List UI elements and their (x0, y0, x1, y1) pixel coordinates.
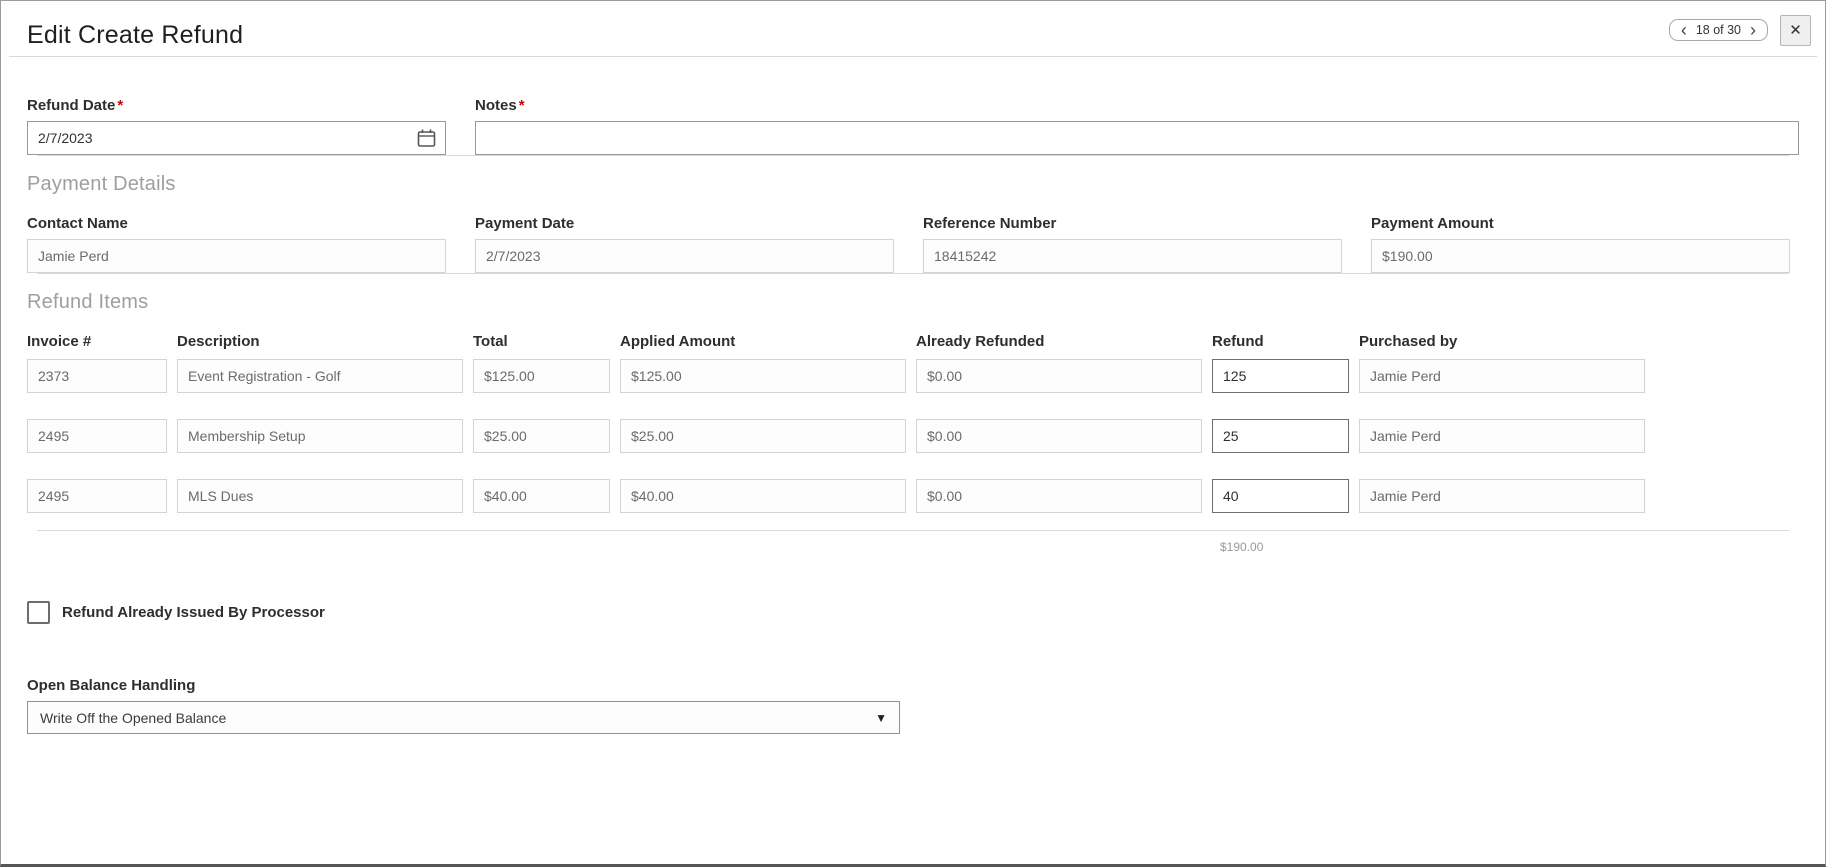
payment-amount-label: Payment Amount (1371, 215, 1494, 232)
already-refunded-input (916, 419, 1202, 453)
close-icon: ✕ (1789, 22, 1802, 39)
column-header-description: Description (177, 333, 260, 350)
column-header-applied-amount: Applied Amount (620, 333, 736, 350)
refund-amount-input[interactable] (1212, 419, 1349, 453)
section-divider (37, 155, 1789, 156)
applied-amount-input (620, 479, 906, 513)
edit-create-refund-dialog: Edit Create Refund ‹ 18 of 30 › ✕ Refund… (0, 0, 1826, 867)
column-header-total: Total (473, 333, 508, 350)
applied-amount-input (620, 419, 906, 453)
notes-label-text: Notes (475, 97, 517, 114)
description-input (177, 479, 463, 513)
payment-amount-field: Payment Amount (1371, 215, 1790, 273)
refund-issued-checkbox[interactable] (27, 601, 50, 624)
refund-item-row (27, 419, 1799, 453)
header-divider (9, 56, 1817, 57)
open-balance-select[interactable]: Write Off the Opened Balance ▼ (27, 701, 900, 734)
refund-date-field: Refund Date * (27, 97, 446, 155)
description-input (177, 419, 463, 453)
refund-items-heading: Refund Items (27, 291, 149, 313)
notes-field: Notes * (475, 97, 1799, 155)
payment-details-fields: Contact Name Payment Date Reference Numb… (27, 215, 1799, 273)
reference-number-label: Reference Number (923, 215, 1057, 232)
contact-name-label: Contact Name (27, 215, 128, 232)
open-balance-field: Open Balance Handling Write Off the Open… (27, 677, 1799, 734)
purchased-by-input (1359, 479, 1645, 513)
invoice-input (27, 419, 167, 453)
section-divider (37, 273, 1789, 274)
refund-total: $190.00 (1220, 540, 1264, 554)
open-balance-selected-value: Write Off the Opened Balance (40, 709, 227, 726)
open-balance-label: Open Balance Handling (27, 677, 196, 694)
column-header-purchased-by: Purchased by (1359, 333, 1458, 350)
refund-item-row (27, 359, 1799, 393)
table-divider (37, 530, 1789, 531)
refund-issued-checkbox-label: Refund Already Issued By Processor (62, 604, 325, 621)
refund-date-label: Refund Date * (27, 97, 446, 114)
notes-input[interactable] (475, 121, 1799, 155)
contact-name-field: Contact Name (27, 215, 446, 273)
payment-amount-input (1371, 239, 1790, 273)
chevron-down-icon: ▼ (875, 710, 887, 725)
already-refunded-input (916, 479, 1202, 513)
column-header-refund: Refund (1212, 333, 1264, 350)
purchased-by-input (1359, 359, 1645, 393)
required-asterisk: * (117, 97, 124, 114)
description-input (177, 359, 463, 393)
contact-name-input (27, 239, 446, 273)
purchased-by-input (1359, 419, 1645, 453)
prev-record-icon[interactable]: ‹ (1680, 21, 1688, 39)
reference-number-field: Reference Number (923, 215, 1342, 273)
invoice-input (27, 359, 167, 393)
total-input (473, 479, 610, 513)
refund-amount-input[interactable] (1212, 479, 1349, 513)
payment-date-field: Payment Date (475, 215, 894, 273)
refund-date-input[interactable] (27, 121, 446, 155)
reference-number-input (923, 239, 1342, 273)
payment-date-label: Payment Date (475, 215, 575, 232)
total-input (473, 359, 610, 393)
close-button[interactable]: ✕ (1780, 15, 1811, 46)
refund-items-header-row: Invoice # Description Total Applied Amou… (27, 333, 1799, 350)
total-input (473, 419, 610, 453)
invoice-input (27, 479, 167, 513)
dialog-header: Edit Create Refund ‹ 18 of 30 › ✕ (1, 1, 1825, 56)
payment-details-heading: Payment Details (27, 173, 176, 195)
refund-date-label-text: Refund Date (27, 97, 116, 114)
refund-amount-input[interactable] (1212, 359, 1349, 393)
record-counter: 18 of 30 (1695, 23, 1741, 37)
applied-amount-input (620, 359, 906, 393)
refund-item-row (27, 479, 1799, 513)
dialog-body: Refund Date* Notes* (1, 97, 1825, 734)
payment-date-input (475, 239, 894, 273)
header-controls: ‹ 18 of 30 › ✕ (1668, 15, 1811, 46)
column-header-invoice: Invoice # (27, 333, 92, 350)
column-header-already-refunded: Already Refunded (916, 333, 1045, 350)
next-record-icon[interactable]: › (1749, 21, 1757, 39)
required-asterisk: * (518, 97, 525, 114)
processor-checkbox-row: Refund Already Issued By Processor (27, 601, 1799, 624)
page-title: Edit Create Refund (27, 21, 244, 49)
record-pager: ‹ 18 of 30 › (1668, 19, 1768, 41)
notes-label: Notes * (475, 97, 1799, 114)
already-refunded-input (916, 359, 1202, 393)
top-fields-row: Refund Date* Notes* (27, 97, 1799, 155)
